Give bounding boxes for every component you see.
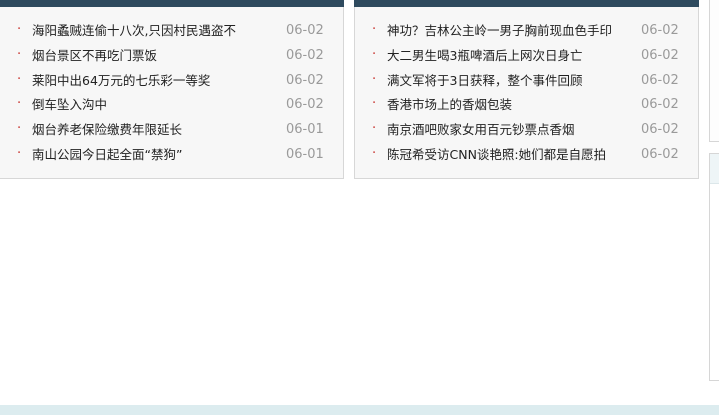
list-item: · 香港市场上的香烟包装 06-02 [355,93,698,118]
bullet-icon: · [372,145,377,161]
news-date: 06-02 [641,97,679,113]
news-link[interactable]: 烟台养老保险缴费年限延长 [32,118,182,142]
news-link[interactable]: 倒车坠入沟中 [32,93,107,117]
news-link[interactable]: 南山公园今日起全面“禁狗” [32,143,182,167]
panel-header-bar [354,0,699,7]
news-link[interactable]: 南京酒吧败家女用百元钞票点香烟 [387,118,575,142]
news-link[interactable]: 香港市场上的香烟包装 [387,93,512,117]
list-item: · 烟台景区不再吃门票饭 06-02 [0,44,343,69]
news-date: 06-02 [286,23,324,38]
news-link[interactable]: 大二男生喝3瓶啤酒后上网次日身亡 [387,44,582,68]
list-item: · 海阳蟊贼连偷十八次,只因村民遇盗不 06-02 [0,19,343,44]
side-panel-edge-bottom [709,153,719,381]
news-link[interactable]: 神功？吉林公主岭一男子胸前现血色手印 [387,19,612,43]
news-date: 06-01 [286,146,324,162]
list-item: · 倒车坠入沟中 06-02 [0,93,343,118]
news-date: 06-02 [641,122,679,138]
news-date: 06-02 [641,23,679,38]
bullet-icon: · [372,96,377,112]
bullet-icon: · [17,121,22,137]
news-list-right: · 神功？吉林公主岭一男子胸前现血色手印 06-02 · 大二男生喝3瓶啤酒后上网次日… [355,19,698,168]
side-panel-edge-top [709,0,719,142]
news-date: 06-02 [286,97,324,113]
list-item: · 莱阳中出64万元的七乐彩一等奖 06-02 [0,69,343,94]
news-link[interactable]: 莱阳中出64万元的七乐彩一等奖 [32,69,210,93]
bullet-icon: · [372,22,377,37]
list-item: · 南山公园今日起全面“禁狗” 06-01 [0,143,343,168]
news-link[interactable]: 海阳蟊贼连偷十八次,只因村民遇盗不 [32,19,236,43]
news-link[interactable]: 陈冠希受访CNN谈艳照:她们都是自愿拍 [387,143,606,167]
side-panel-header-strip [710,154,719,184]
list-item: · 南京酒吧败家女用百元钞票点香烟 06-02 [355,118,698,143]
news-panel-right: · 神功？吉林公主岭一男子胸前现血色手印 06-02 · 大二男生喝3瓶啤酒后上网次日… [354,0,699,179]
bullet-icon: · [372,46,377,62]
bullet-icon: · [17,46,22,62]
panel-header-bar [0,0,344,7]
list-item: · 陈冠希受访CNN谈艳照:她们都是自愿拍 06-02 [355,143,698,168]
news-link[interactable]: 满文军将于3日获释，整个事件回顾 [387,69,582,93]
news-link[interactable]: 烟台景区不再吃门票饭 [32,44,157,68]
bullet-icon: · [17,71,22,87]
news-date: 06-02 [641,47,679,63]
news-date: 06-02 [286,47,324,63]
news-date: 06-01 [286,122,324,138]
bullet-icon: · [17,22,22,37]
list-item: · 神功？吉林公主岭一男子胸前现血色手印 06-02 [355,19,698,44]
bullet-icon: · [17,145,22,161]
news-panel-left: · 海阳蟊贼连偷十八次,只因村民遇盗不 06-02 · 烟台景区不再吃门票饭 06-02… [0,0,344,179]
bullet-icon: · [372,71,377,87]
bullet-icon: · [17,96,22,112]
news-list-left: · 海阳蟊贼连偷十八次,只因村民遇盗不 06-02 · 烟台景区不再吃门票饭 06-02… [0,19,343,168]
list-item: · 满文军将于3日获释，整个事件回顾 06-02 [355,69,698,94]
news-date: 06-02 [641,146,679,162]
list-item: · 大二男生喝3瓶啤酒后上网次日身亡 06-02 [355,44,698,69]
list-item: · 烟台养老保险缴费年限延长 06-01 [0,118,343,143]
news-date: 06-02 [641,72,679,88]
bullet-icon: · [372,121,377,137]
footer-band [0,405,719,415]
news-date: 06-02 [286,72,324,88]
